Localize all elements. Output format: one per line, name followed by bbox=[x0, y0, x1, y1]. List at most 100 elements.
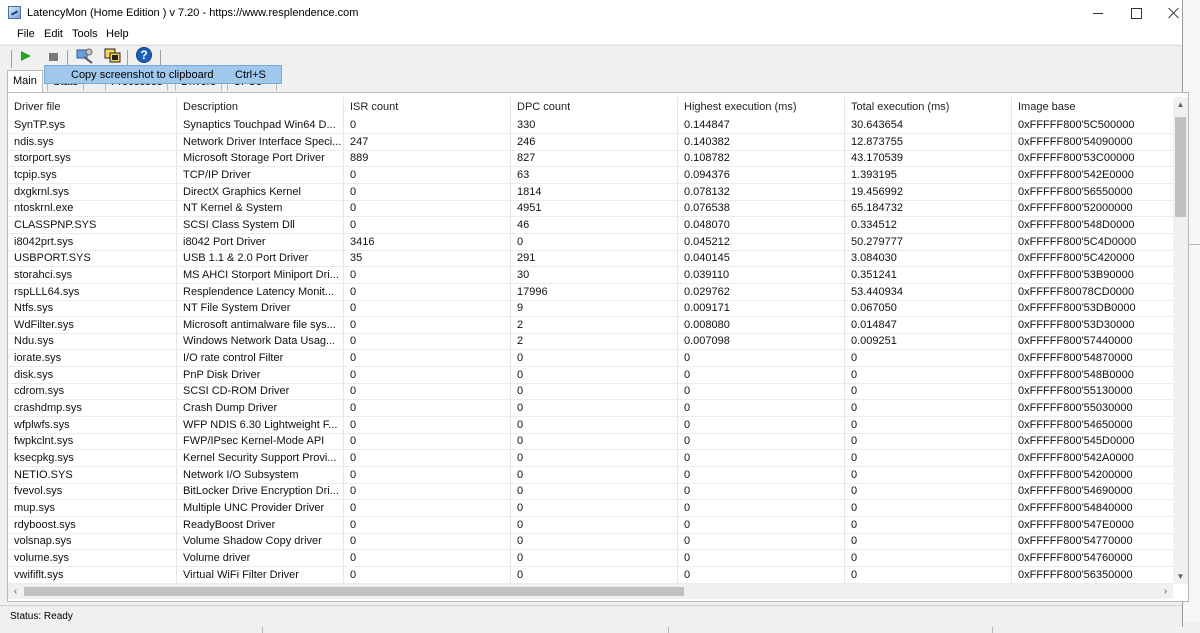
isr-count-cell: 0 bbox=[344, 333, 511, 351]
column-header[interactable]: Total execution (ms) bbox=[845, 97, 1012, 117]
isr-count-cell: 0 bbox=[344, 549, 511, 567]
table-row[interactable]: ndis.sys Network Driver Interface Speci..… bbox=[8, 133, 1173, 151]
table-row[interactable]: Ntfs.sys NT File System Driver 0 9 0.009171 0… bbox=[8, 300, 1173, 318]
table-row[interactable]: Ndu.sys Windows Network Data Usag... 0 2 0.0… bbox=[8, 333, 1173, 351]
isr-count-cell: 0 bbox=[344, 533, 511, 551]
table-row[interactable]: disk.sys PnP Disk Driver 0 0 0 0 0xFFFFF800'54… bbox=[8, 366, 1173, 384]
table-row[interactable]: storahci.sys MS AHCI Storport Miniport Dr… bbox=[8, 266, 1173, 284]
table-row[interactable]: ntoskrnl.exe NT Kernel & System 0 4951 0.076… bbox=[8, 200, 1173, 218]
total-execution-cell: 19.456992 bbox=[845, 183, 1012, 201]
image-base-cell: 0xFFFFF800'54870000 bbox=[1018, 352, 1133, 365]
highest-execution-cell: 0 bbox=[678, 566, 845, 584]
close-button[interactable] bbox=[1155, 0, 1193, 26]
dpc-count-cell: 17996 bbox=[511, 283, 678, 301]
image-base-cell: 0xFFFFF800'52000000 bbox=[1018, 202, 1133, 215]
vertical-scroll-thumb[interactable] bbox=[1175, 117, 1186, 217]
total-execution-cell: 0 bbox=[845, 350, 1012, 368]
menu-help[interactable]: Help bbox=[106, 28, 129, 40]
table-row[interactable]: volume.sys Volume driver 0 0 0 0 0xFFFFF800'54… bbox=[8, 549, 1173, 567]
column-header[interactable]: DPC count bbox=[511, 97, 678, 117]
isr-count-cell: 0 bbox=[344, 499, 511, 517]
table-row[interactable]: vwififlt.sys Virtual WiFi Filter Driver 0 0… bbox=[8, 566, 1173, 584]
highest-execution-cell: 0.008080 bbox=[678, 316, 845, 334]
table-row[interactable]: SynTP.sys Synaptics Touchpad Win64 D... 0 3… bbox=[8, 117, 1173, 134]
highest-execution-cell: 0.076538 bbox=[678, 200, 845, 218]
table-row[interactable]: storport.sys Microsoft Storage Port Drive… bbox=[8, 150, 1173, 168]
tab-main[interactable]: Main bbox=[7, 70, 43, 92]
scroll-right-icon[interactable]: › bbox=[1158, 584, 1173, 599]
image-base-cell: 0xFFFFF800'55030000 bbox=[1018, 402, 1133, 415]
total-execution-cell: 0.351241 bbox=[845, 266, 1012, 284]
table-row[interactable]: CLASSPNP.SYS SCSI Class System Dll 0 46 0.04… bbox=[8, 216, 1173, 234]
image-base-cell: 0xFFFFF800'54690000 bbox=[1018, 485, 1133, 498]
highest-execution-cell: 0 bbox=[678, 466, 845, 484]
column-header[interactable]: Driver file bbox=[8, 97, 177, 117]
driver-file-cell: ntoskrnl.exe bbox=[8, 200, 177, 218]
description-cell: Multiple UNC Provider Driver bbox=[177, 499, 344, 517]
isr-count-cell: 889 bbox=[344, 150, 511, 168]
table-row[interactable]: NETIO.SYS Network I/O Subsystem 0 0 0 0 0xFFFF… bbox=[8, 466, 1173, 484]
description-cell: NT Kernel & System bbox=[177, 200, 344, 218]
status-bar: Status: Ready bbox=[0, 605, 1182, 627]
table-row[interactable]: wfplwfs.sys WFP NDIS 6.30 Lightweight F..… bbox=[8, 416, 1173, 434]
table-row[interactable]: WdFilter.sys Microsoft antimalware file s… bbox=[8, 316, 1173, 334]
table-row[interactable]: rdyboost.sys ReadyBoost Driver 0 0 0 0 0xFFFFF… bbox=[8, 516, 1173, 534]
dpc-count-cell: 0 bbox=[511, 483, 678, 501]
total-execution-cell: 0 bbox=[845, 466, 1012, 484]
table-row[interactable]: iorate.sys I/O rate control Filter 0 0 0 0 0xF… bbox=[8, 350, 1173, 368]
menu-file[interactable]: File bbox=[17, 28, 35, 40]
horizontal-scrollbar[interactable]: ‹ › bbox=[8, 584, 1173, 599]
table-row[interactable]: ksecpkg.sys Kernel Security Support Provi… bbox=[8, 450, 1173, 467]
highest-execution-cell: 0 bbox=[678, 416, 845, 434]
drivers-table[interactable]: Driver file Description ISR count DPC co… bbox=[8, 97, 1173, 584]
driver-file-cell: SynTP.sys bbox=[8, 117, 177, 134]
driver-file-cell: volume.sys bbox=[8, 549, 177, 567]
dpc-count-cell: 0 bbox=[511, 549, 678, 567]
description-cell: Crash Dump Driver bbox=[177, 400, 344, 418]
copy-screenshot-icon[interactable] bbox=[104, 48, 122, 64]
isr-count-cell: 35 bbox=[344, 250, 511, 268]
highest-execution-cell: 0.029762 bbox=[678, 283, 845, 301]
help-icon[interactable]: ? bbox=[136, 47, 152, 63]
column-header[interactable]: Image base bbox=[1012, 97, 1173, 117]
vertical-scrollbar[interactable]: ▲ ▼ bbox=[1173, 97, 1188, 584]
stop-monitoring-icon[interactable] bbox=[49, 53, 58, 61]
scroll-up-icon[interactable]: ▲ bbox=[1173, 97, 1188, 112]
driver-file-cell: tcpip.sys bbox=[8, 166, 177, 184]
table-row[interactable]: crashdmp.sys Crash Dump Driver 0 0 0 0 0xFFFFF… bbox=[8, 400, 1173, 418]
isr-count-cell: 0 bbox=[344, 483, 511, 501]
description-cell: WFP NDIS 6.30 Lightweight F... bbox=[177, 416, 344, 434]
isr-count-cell: 0 bbox=[344, 400, 511, 418]
table-row[interactable]: rspLLL64.sys Resplendence Latency Monit..… bbox=[8, 283, 1173, 301]
table-row[interactable]: fwpkclnt.sys FWP/IPsec Kernel-Mode API 0 0 0… bbox=[8, 433, 1173, 451]
menu-tools[interactable]: Tools bbox=[72, 28, 98, 40]
tools-icon[interactable] bbox=[76, 48, 94, 64]
column-header[interactable]: Description bbox=[177, 97, 344, 117]
menu-edit[interactable]: Edit bbox=[44, 28, 63, 40]
title-bar: LatencyMon (Home Edition ) v 7.20 - http… bbox=[0, 0, 1182, 26]
table-row[interactable]: fvevol.sys BitLocker Drive Encryption Dri… bbox=[8, 483, 1173, 501]
table-row[interactable]: i8042prt.sys i8042 Port Driver 3416 0 0.0452… bbox=[8, 233, 1173, 251]
table-row[interactable]: tcpip.sys TCP/IP Driver 0 63 0.094376 1.39319… bbox=[8, 166, 1173, 184]
horizontal-scroll-thumb[interactable] bbox=[24, 587, 684, 596]
start-monitoring-icon[interactable] bbox=[21, 51, 31, 61]
description-cell: ReadyBoost Driver bbox=[177, 516, 344, 534]
description-cell: MS AHCI Storport Miniport Dri... bbox=[177, 266, 344, 284]
table-row[interactable]: dxgkrnl.sys DirectX Graphics Kernel 0 1814 0… bbox=[8, 183, 1173, 201]
table-row[interactable]: mup.sys Multiple UNC Provider Driver 0 0 0 0 0… bbox=[8, 499, 1173, 517]
dpc-count-cell: 330 bbox=[511, 117, 678, 134]
image-base-cell: 0xFFFFF800'53B90000 bbox=[1018, 268, 1134, 281]
dpc-count-cell: 827 bbox=[511, 150, 678, 168]
scroll-left-icon[interactable]: ‹ bbox=[8, 584, 23, 599]
minimize-button[interactable] bbox=[1079, 0, 1117, 26]
table-row[interactable]: USBPORT.SYS USB 1.1 & 2.0 Port Driver 35 29… bbox=[8, 250, 1173, 268]
maximize-button[interactable] bbox=[1117, 0, 1155, 26]
total-execution-cell: 0 bbox=[845, 533, 1012, 551]
table-row[interactable]: cdrom.sys SCSI CD-ROM Driver 0 0 0 0 0xFFFFF80… bbox=[8, 383, 1173, 401]
column-header[interactable]: Highest execution (ms) bbox=[678, 97, 845, 117]
column-header[interactable]: ISR count bbox=[344, 97, 511, 117]
scroll-down-icon[interactable]: ▼ bbox=[1173, 569, 1188, 584]
copy-screenshot-tooltip[interactable]: Copy screenshot to clipboard Ctrl+S bbox=[44, 65, 282, 84]
description-cell: NT File System Driver bbox=[177, 300, 344, 318]
table-row[interactable]: volsnap.sys Volume Shadow Copy driver 0 0 0 0… bbox=[8, 533, 1173, 551]
